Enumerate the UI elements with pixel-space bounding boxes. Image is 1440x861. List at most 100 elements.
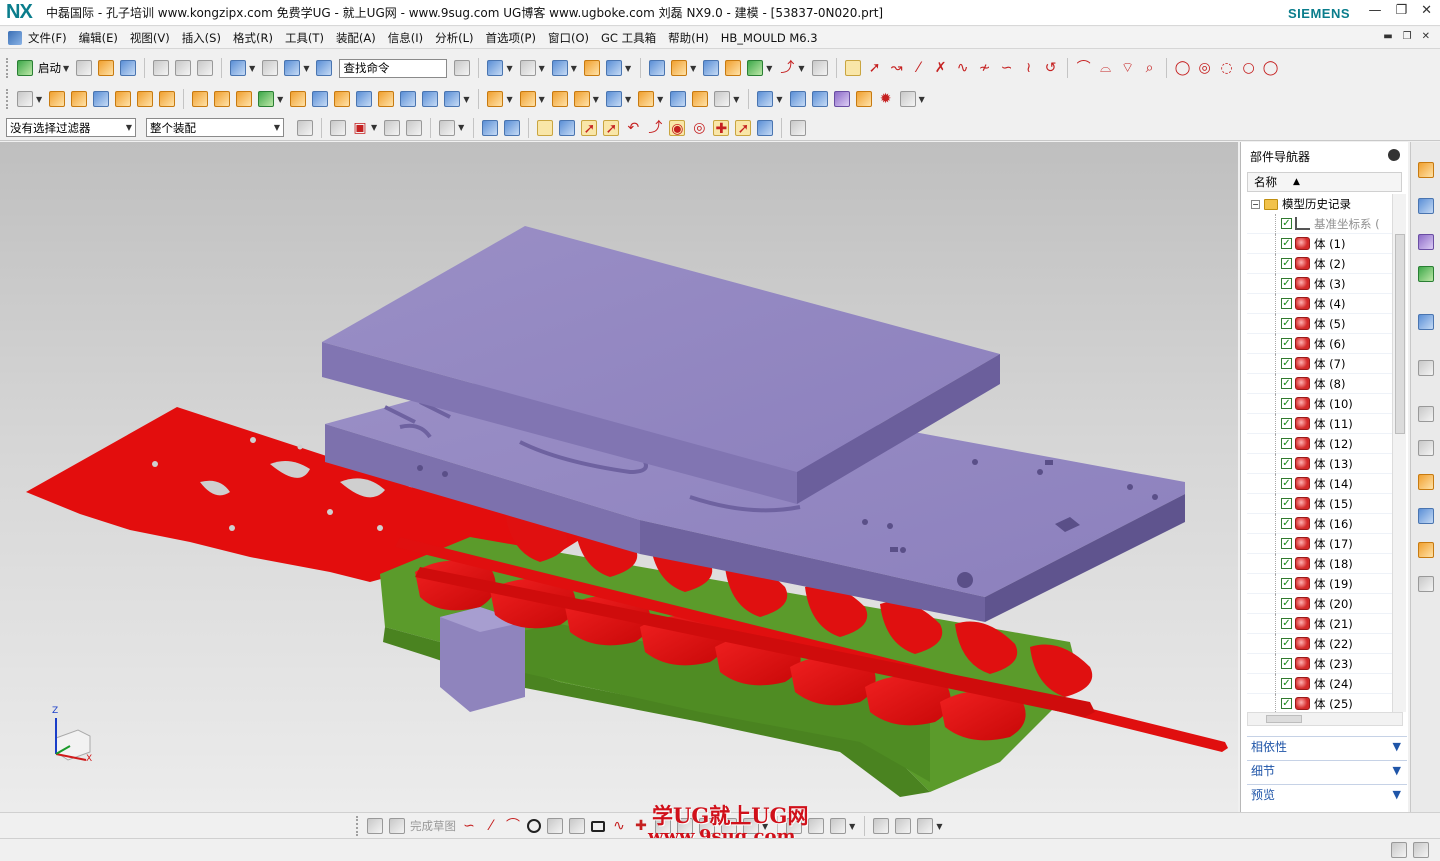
sketch-circle-icon[interactable]	[527, 819, 541, 833]
manufacturing-wizard-icon[interactable]	[1418, 508, 1434, 524]
mirror-icon[interactable]	[605, 91, 622, 107]
snap-intersection-icon[interactable]: ⤴	[647, 120, 663, 136]
checkbox-icon[interactable]: ✓	[1281, 478, 1292, 489]
offset-region-icon[interactable]	[833, 91, 850, 107]
tree-node-body[interactable]: ✓ 体 (21)	[1247, 614, 1403, 634]
start-button[interactable]: 启动	[38, 60, 61, 76]
filter-settings-icon[interactable]	[297, 119, 313, 136]
circle-icon[interactable]: ◯	[1175, 60, 1191, 76]
copy-icon[interactable]	[175, 60, 192, 76]
constraint-dropdown-icon[interactable]: ▼	[849, 822, 855, 831]
line-icon[interactable]: ➚	[867, 60, 883, 76]
tree-node-body[interactable]: ✓ 体 (19)	[1247, 574, 1403, 594]
checkbox-icon[interactable]: ✓	[1281, 538, 1292, 549]
web-browser-icon[interactable]	[1418, 314, 1434, 330]
repeat-dropdown-icon[interactable]: ▼	[303, 64, 309, 73]
checkbox-icon[interactable]: ✓	[1281, 438, 1292, 449]
extract-dropdown-icon[interactable]: ▼	[657, 95, 663, 104]
menu-format[interactable]: 格式(R)	[233, 30, 273, 46]
tree-node-body[interactable]: ✓ 体 (11)	[1247, 414, 1403, 434]
history-icon[interactable]	[1418, 360, 1434, 376]
ellipse-icon[interactable]: ◯	[1263, 60, 1279, 76]
split-body-icon[interactable]	[444, 91, 461, 107]
show-constraints-icon[interactable]	[873, 818, 890, 834]
tree-node-body[interactable]: ✓ 体 (22)	[1247, 634, 1403, 654]
pocket-icon[interactable]	[236, 91, 253, 107]
shell-icon[interactable]	[334, 91, 351, 107]
checkbox-icon[interactable]: ✓	[1281, 598, 1292, 609]
extrude-icon[interactable]	[49, 91, 66, 107]
unite-dropdown-icon[interactable]: ▼	[506, 95, 512, 104]
cube-dropdown-icon[interactable]: ▼	[571, 64, 577, 73]
clock-icon[interactable]	[1418, 406, 1434, 422]
cylinder-icon[interactable]	[115, 91, 132, 107]
auto-constrain-icon[interactable]	[830, 818, 847, 834]
tree-node-body[interactable]: ✓ 体 (24)	[1247, 674, 1403, 694]
finish-sketch-button[interactable]: 完成草图	[410, 818, 456, 834]
save-icon[interactable]	[120, 60, 137, 76]
constraint-icon[interactable]	[808, 818, 825, 834]
tree-node-body[interactable]: ✓ 体 (10)	[1247, 394, 1403, 414]
tree-node-body[interactable]: ✓ 体 (23)	[1247, 654, 1403, 674]
paste-icon[interactable]	[197, 60, 214, 76]
close-icon[interactable]: ✕	[1421, 3, 1432, 18]
reuse-library-icon[interactable]	[1418, 266, 1434, 282]
doc-restore-icon[interactable]: ❐	[1403, 31, 1412, 42]
tree-node-body[interactable]: ✓ 体 (18)	[1247, 554, 1403, 574]
checkbox-icon[interactable]: ✓	[1281, 338, 1292, 349]
scrollbar-thumb[interactable]	[1266, 715, 1302, 723]
system-visual-icon[interactable]	[1418, 576, 1434, 592]
tree-node-body[interactable]: ✓ 体 (5)	[1247, 314, 1403, 334]
feature-select-icon[interactable]	[384, 119, 401, 136]
show-hide-icon[interactable]	[747, 60, 764, 76]
select-body-icon[interactable]	[482, 119, 499, 136]
hole-icon[interactable]	[192, 91, 209, 107]
redo-icon[interactable]	[262, 60, 279, 76]
circle-center-icon[interactable]: ◎	[1197, 60, 1213, 76]
doc-minimize-icon[interactable]: ▬	[1383, 31, 1392, 42]
tree-horizontal-scrollbar[interactable]	[1247, 712, 1403, 726]
arc-icon[interactable]: ∿	[955, 60, 971, 76]
chamfer-feature-icon[interactable]	[312, 91, 329, 107]
trim-body-icon[interactable]	[422, 91, 439, 107]
roles-icon[interactable]	[1418, 542, 1434, 558]
sketch-active-icon[interactable]	[844, 60, 861, 76]
snap-enable-icon[interactable]	[537, 119, 554, 136]
undo-dropdown-icon[interactable]: ▼	[249, 64, 255, 73]
tree-vertical-scrollbar[interactable]	[1392, 194, 1406, 712]
layer-icon[interactable]	[583, 60, 600, 76]
menu-file[interactable]: 文件(F)	[28, 30, 67, 46]
snap-endpoint-icon[interactable]: ➚	[581, 119, 598, 137]
point-icon[interactable]: ↝	[889, 60, 905, 76]
checkbox-icon[interactable]: ✓	[1281, 518, 1292, 529]
reset-filter-icon[interactable]	[406, 119, 423, 136]
resize-blend-icon[interactable]: ✹	[878, 91, 894, 107]
view-orient-icon[interactable]	[487, 60, 504, 76]
checkbox-icon[interactable]: ✓	[1281, 418, 1292, 429]
more-dropdown-icon[interactable]: ▼	[919, 95, 925, 104]
select-all-icon[interactable]	[330, 119, 346, 136]
tree-node-datum-csys[interactable]: ✓ 基准坐标系 (	[1247, 214, 1403, 234]
menu-gc-toolkit[interactable]: GC 工具箱	[601, 30, 656, 46]
selection-scope-select[interactable]: 整个装配 ▼	[146, 118, 284, 137]
scrollbar-thumb[interactable]	[1395, 234, 1405, 434]
checkbox-icon[interactable]: ✓	[1281, 618, 1292, 629]
render-dropdown-icon[interactable]: ▼	[539, 64, 545, 73]
tree-node-body[interactable]: ✓ 体 (3)	[1247, 274, 1403, 294]
delete-face-icon[interactable]	[789, 91, 806, 107]
full-screen-icon[interactable]	[1391, 842, 1407, 858]
tree-node-body[interactable]: ✓ 体 (12)	[1247, 434, 1403, 454]
subtract-icon[interactable]	[519, 91, 536, 107]
circle-3pt-icon[interactable]: ○	[1241, 60, 1257, 76]
sync-dropdown-icon[interactable]: ▼	[776, 95, 782, 104]
replace-face-sync-icon[interactable]	[855, 91, 872, 107]
snap-grid-icon[interactable]	[649, 60, 666, 76]
snap-point-icon[interactable]	[559, 119, 576, 136]
system-materials-icon[interactable]	[1418, 440, 1434, 456]
line-sketch-icon[interactable]: ⁄	[911, 60, 927, 76]
circle-tangent-icon[interactable]: ◌	[1219, 60, 1235, 76]
layer-dropdown-icon[interactable]: ▼	[625, 64, 631, 73]
tree-node-body[interactable]: ✓ 体 (6)	[1247, 334, 1403, 354]
checkbox-icon[interactable]: ✓	[1281, 458, 1292, 469]
sketch-point-icon[interactable]: ✚	[633, 818, 649, 834]
